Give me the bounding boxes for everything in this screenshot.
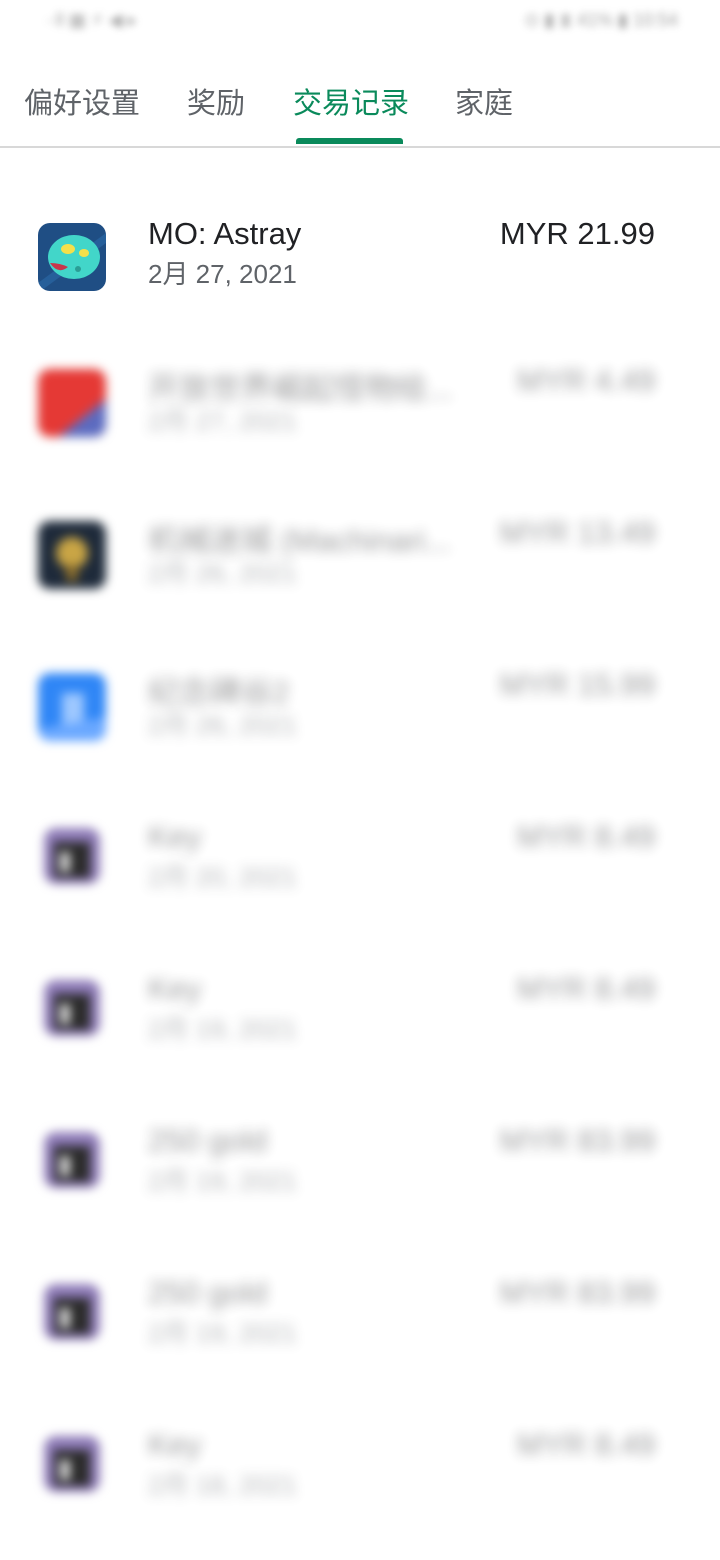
transaction-price: MYR 21.99 xyxy=(499,216,655,251)
blue-game-icon xyxy=(38,673,106,741)
status-icons-left: ∙∙ll ▦ ⚡ ◀ ▸ xyxy=(46,10,137,30)
purple-game-icon xyxy=(44,1132,100,1188)
tab-bar: 偏好设置 奖励 交易记录 家庭 xyxy=(0,62,720,148)
transaction-date: 2月 18, 2021 xyxy=(148,1470,297,1500)
transaction-date: 2月 27, 2021 xyxy=(148,259,297,289)
status-bar: ∙∙ll ▦ ⚡ ◀ ▸ ⊙ ▮ ⧗ 41% ▮ 10:54 xyxy=(0,0,720,48)
tab-rewards[interactable]: 奖励 xyxy=(187,80,245,122)
purple-game-icon xyxy=(44,980,100,1036)
transaction-row[interactable]: Key 2月 19, 2021 MYR 8.49 xyxy=(0,920,720,1072)
purple-game-icon xyxy=(44,1284,100,1340)
red-game-icon xyxy=(38,369,106,437)
transaction-price: MYR 83.99 xyxy=(499,1123,655,1158)
transaction-title: 250 gold xyxy=(148,1275,267,1310)
transaction-date: 2月 26, 2021 xyxy=(148,558,297,588)
purple-game-icon xyxy=(44,1436,100,1492)
transaction-date: 2月 20, 2021 xyxy=(148,862,297,892)
transaction-row[interactable]: MO: Astray 2月 27, 2021 MYR 21.99 xyxy=(0,160,720,312)
transaction-title: Key xyxy=(148,1427,202,1462)
mo-astray-icon xyxy=(38,223,106,291)
transaction-row[interactable]: Key 2月 18, 2021 MYR 8.49 xyxy=(0,1376,720,1528)
tab-family[interactable]: 家庭 xyxy=(455,80,513,122)
machinarium-icon xyxy=(38,521,106,589)
transaction-price: MYR 83.99 xyxy=(499,1275,655,1310)
status-icons-right: ⊙ ▮ ⧗ 41% ▮ 10:54 xyxy=(524,10,678,30)
transaction-title: Key xyxy=(148,971,202,1006)
transaction-date: 2月 19, 2021 xyxy=(148,1318,297,1348)
transaction-price: MYR 4.49 xyxy=(517,363,655,398)
transaction-row[interactable]: 纪念碑谷2 2月 26, 2021 MYR 15.99 xyxy=(0,616,720,768)
transaction-price: MYR 8.49 xyxy=(517,819,655,854)
purple-game-icon xyxy=(44,828,100,884)
tab-preferences[interactable]: 偏好设置 xyxy=(24,80,140,122)
transaction-row[interactable]: Key 2月 20, 2021 MYR 8.49 xyxy=(0,768,720,920)
transaction-price: MYR 8.49 xyxy=(517,1427,655,1462)
transaction-row[interactable]: 250 gold 2月 19, 2021 MYR 83.99 xyxy=(0,1072,720,1224)
transaction-row[interactable]: 250 gold 2月 19, 2021 MYR 83.99 xyxy=(0,1224,720,1376)
transaction-price: MYR 13.49 xyxy=(499,515,655,550)
transaction-title: MO: Astray xyxy=(148,216,302,251)
transaction-date: 2月 19, 2021 xyxy=(148,1166,297,1196)
transaction-date: 2月 19, 2021 xyxy=(148,1014,297,1044)
tab-transactions[interactable]: 交易记录 xyxy=(293,80,409,122)
transaction-title: 250 gold xyxy=(148,1123,267,1158)
transaction-price: MYR 15.99 xyxy=(499,667,655,702)
transaction-row[interactable]: 机械迷城 (Machinari... 2月 26, 2021 MYR 13.49 xyxy=(0,464,720,616)
transaction-row[interactable]: 开放世界崛起怪物绘... 2月 27, 2021 MYR 4.49 xyxy=(0,312,720,464)
transaction-date: 2月 27, 2021 xyxy=(148,406,297,436)
active-tab-indicator xyxy=(296,138,403,144)
transaction-price: MYR 8.49 xyxy=(517,971,655,1006)
transaction-date: 2月 26, 2021 xyxy=(148,710,297,740)
transaction-title: Key xyxy=(148,819,202,854)
